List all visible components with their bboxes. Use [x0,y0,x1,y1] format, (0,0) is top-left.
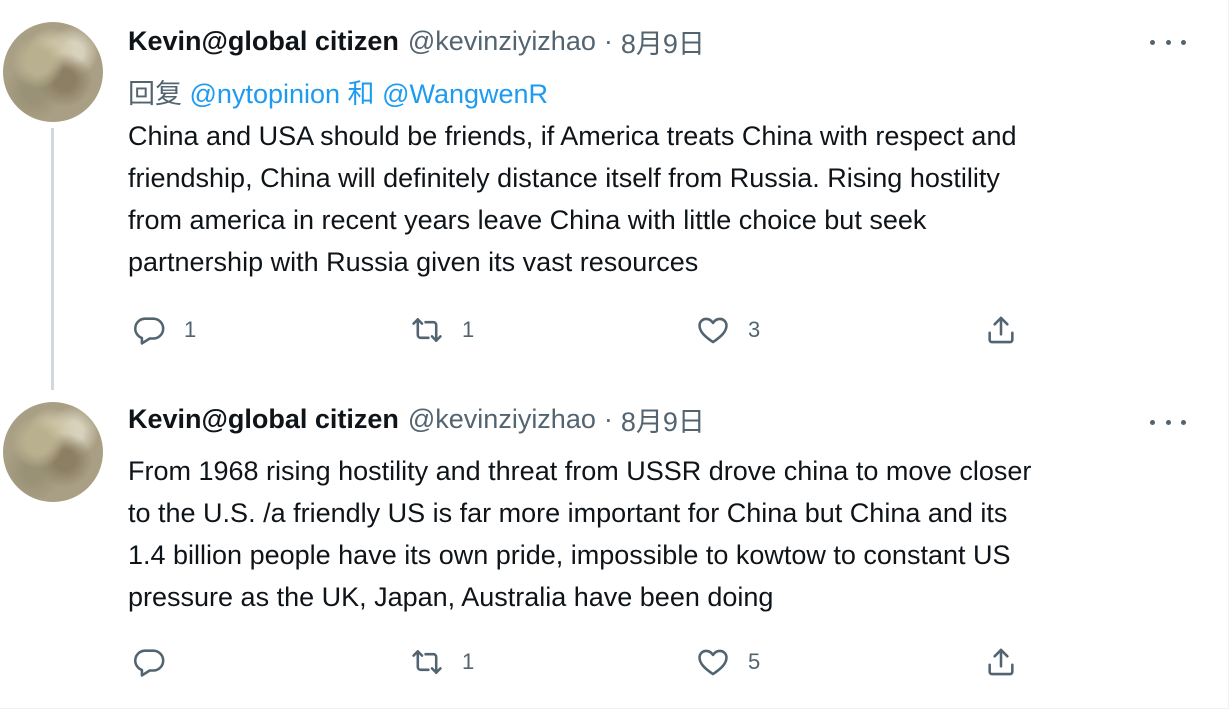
reply-icon [134,649,165,677]
more-icon[interactable] [1150,30,1186,54]
tweet-actions: 1 5 [128,642,1188,682]
mention-conjunction: 和 [347,79,375,109]
tweet-text: From 1968 rising hostility and threat fr… [128,456,1032,612]
separator-dot: · [603,403,613,434]
retweet-count: 1 [462,649,475,674]
more-icon[interactable] [1150,410,1186,434]
tweet-header: Kevin@global citizen @kevinziyizhao · 8月… [128,22,705,61]
user-handle[interactable]: @kevinziyizhao [408,26,596,57]
tweet-actions: 1 1 3 [128,310,1188,350]
reply-button[interactable] [132,642,184,682]
retweet-count: 1 [462,317,475,342]
retweet-icon [412,318,442,342]
like-count: 5 [748,649,761,674]
avatar[interactable] [3,402,103,502]
tweet[interactable]: Kevin@global citizen @kevinziyizhao · 8月… [0,0,1228,390]
mention-link[interactable]: @WangwenR [382,79,548,109]
replying-to: 回复 @nytopinion 和 @WangwenR [128,72,548,111]
tweet-date[interactable]: 8月9日 [621,400,705,439]
thread-connector-line [51,128,54,390]
share-icon [988,648,1014,676]
reply-icon [134,317,165,345]
retweet-button[interactable]: 1 [410,642,474,682]
avatar[interactable] [3,22,103,122]
separator-dot: · [603,25,613,56]
reply-prefix: 回复 [128,79,182,109]
heart-icon [698,317,728,344]
display-name[interactable]: Kevin@global citizen [128,26,399,57]
retweet-icon [412,650,442,674]
tweet-thread: Kevin@global citizen @kevinziyizhao · 8月… [0,0,1229,709]
share-icon [988,316,1014,344]
like-count: 3 [748,317,761,342]
tweet-date[interactable]: 8月9日 [621,22,705,61]
reply-count: 1 [184,317,197,342]
retweet-button[interactable]: 1 [410,310,474,350]
heart-icon [698,649,728,676]
display-name[interactable]: Kevin@global citizen [128,404,399,435]
mention-link[interactable]: @nytopinion [190,79,341,109]
tweet-text: China and USA should be friends, if Amer… [128,121,1017,277]
share-button[interactable] [984,310,1018,350]
share-button[interactable] [984,642,1018,682]
like-button[interactable]: 3 [696,310,760,350]
tweet[interactable]: Kevin@global citizen @kevinziyizhao · 8月… [0,380,1228,708]
like-button[interactable]: 5 [696,642,760,682]
reply-button[interactable]: 1 [132,310,196,350]
tweet-header: Kevin@global citizen @kevinziyizhao · 8月… [128,400,705,439]
user-handle[interactable]: @kevinziyizhao [408,404,596,435]
